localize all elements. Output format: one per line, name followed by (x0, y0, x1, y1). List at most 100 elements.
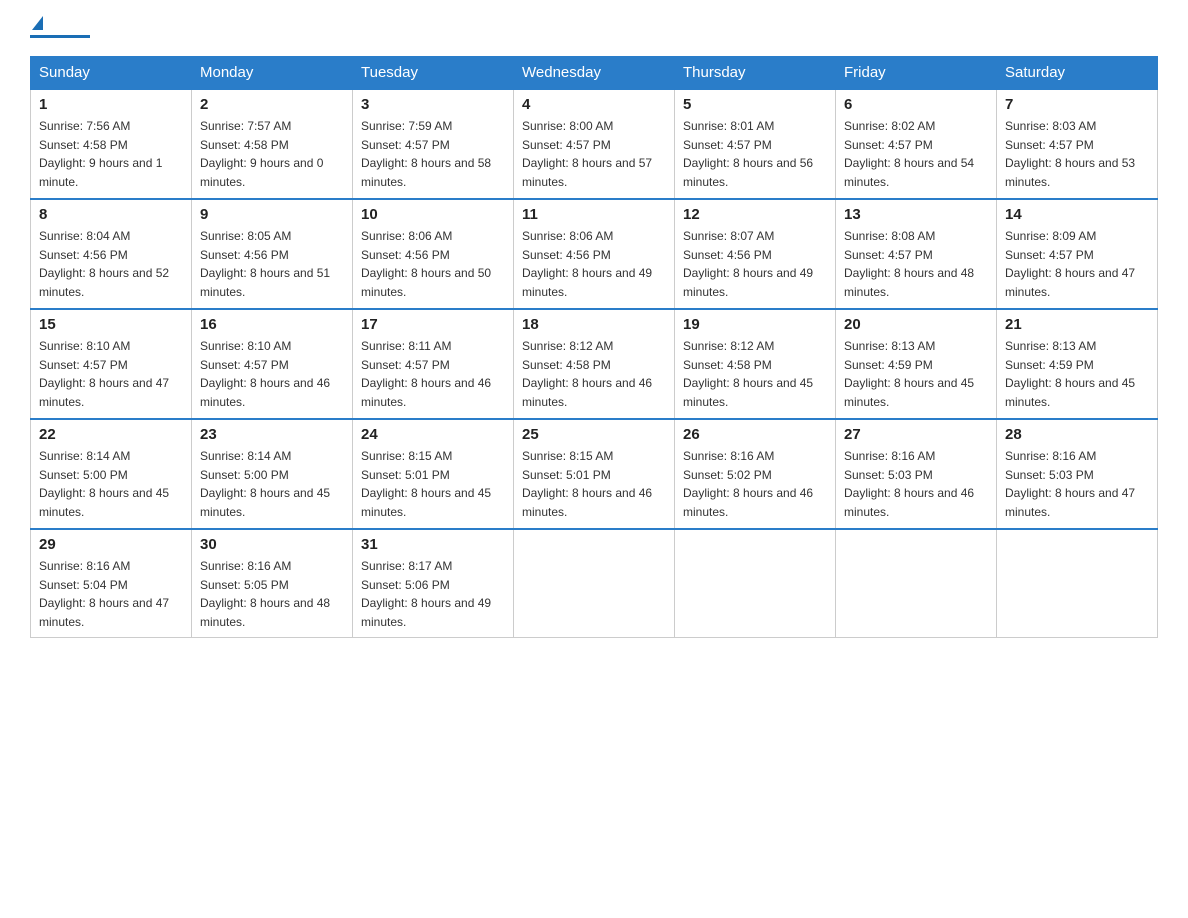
calendar-cell: 28 Sunrise: 8:16 AM Sunset: 5:03 PM Dayl… (997, 419, 1158, 529)
calendar-cell: 4 Sunrise: 8:00 AM Sunset: 4:57 PM Dayli… (514, 89, 675, 199)
weekday-header-sunday: Sunday (31, 57, 192, 90)
calendar-cell: 17 Sunrise: 8:11 AM Sunset: 4:57 PM Dayl… (353, 309, 514, 419)
calendar-week-row: 8 Sunrise: 8:04 AM Sunset: 4:56 PM Dayli… (31, 199, 1158, 309)
page-header (30, 20, 1158, 38)
day-number: 14 (1005, 206, 1149, 223)
day-number: 21 (1005, 316, 1149, 333)
day-info: Sunrise: 8:16 AM Sunset: 5:04 PM Dayligh… (39, 557, 183, 631)
day-number: 23 (200, 426, 344, 443)
day-number: 17 (361, 316, 505, 333)
calendar-week-row: 15 Sunrise: 8:10 AM Sunset: 4:57 PM Dayl… (31, 309, 1158, 419)
day-number: 11 (522, 206, 666, 223)
calendar-cell: 25 Sunrise: 8:15 AM Sunset: 5:01 PM Dayl… (514, 419, 675, 529)
weekday-header-tuesday: Tuesday (353, 57, 514, 90)
day-number: 16 (200, 316, 344, 333)
day-number: 18 (522, 316, 666, 333)
day-number: 15 (39, 316, 183, 333)
day-info: Sunrise: 8:16 AM Sunset: 5:05 PM Dayligh… (200, 557, 344, 631)
day-number: 6 (844, 96, 988, 113)
calendar-cell: 24 Sunrise: 8:15 AM Sunset: 5:01 PM Dayl… (353, 419, 514, 529)
day-info: Sunrise: 8:09 AM Sunset: 4:57 PM Dayligh… (1005, 227, 1149, 301)
day-info: Sunrise: 8:10 AM Sunset: 4:57 PM Dayligh… (39, 337, 183, 411)
calendar-week-row: 22 Sunrise: 8:14 AM Sunset: 5:00 PM Dayl… (31, 419, 1158, 529)
day-info: Sunrise: 8:16 AM Sunset: 5:03 PM Dayligh… (844, 447, 988, 521)
calendar-cell: 2 Sunrise: 7:57 AM Sunset: 4:58 PM Dayli… (192, 89, 353, 199)
day-info: Sunrise: 8:01 AM Sunset: 4:57 PM Dayligh… (683, 117, 827, 191)
day-number: 28 (1005, 426, 1149, 443)
weekday-header-friday: Friday (836, 57, 997, 90)
calendar-cell: 21 Sunrise: 8:13 AM Sunset: 4:59 PM Dayl… (997, 309, 1158, 419)
day-number: 19 (683, 316, 827, 333)
calendar-cell: 11 Sunrise: 8:06 AM Sunset: 4:56 PM Dayl… (514, 199, 675, 309)
day-number: 9 (200, 206, 344, 223)
day-info: Sunrise: 8:10 AM Sunset: 4:57 PM Dayligh… (200, 337, 344, 411)
day-info: Sunrise: 8:15 AM Sunset: 5:01 PM Dayligh… (522, 447, 666, 521)
day-info: Sunrise: 8:08 AM Sunset: 4:57 PM Dayligh… (844, 227, 988, 301)
day-info: Sunrise: 8:04 AM Sunset: 4:56 PM Dayligh… (39, 227, 183, 301)
day-number: 13 (844, 206, 988, 223)
calendar-week-row: 1 Sunrise: 7:56 AM Sunset: 4:58 PM Dayli… (31, 89, 1158, 199)
day-number: 2 (200, 96, 344, 113)
day-info: Sunrise: 8:11 AM Sunset: 4:57 PM Dayligh… (361, 337, 505, 411)
weekday-header-saturday: Saturday (997, 57, 1158, 90)
day-number: 25 (522, 426, 666, 443)
day-info: Sunrise: 7:59 AM Sunset: 4:57 PM Dayligh… (361, 117, 505, 191)
day-info: Sunrise: 8:00 AM Sunset: 4:57 PM Dayligh… (522, 117, 666, 191)
calendar-cell (997, 529, 1158, 638)
day-info: Sunrise: 8:06 AM Sunset: 4:56 PM Dayligh… (522, 227, 666, 301)
day-number: 31 (361, 536, 505, 553)
day-info: Sunrise: 8:02 AM Sunset: 4:57 PM Dayligh… (844, 117, 988, 191)
calendar-cell: 20 Sunrise: 8:13 AM Sunset: 4:59 PM Dayl… (836, 309, 997, 419)
day-info: Sunrise: 8:12 AM Sunset: 4:58 PM Dayligh… (683, 337, 827, 411)
day-number: 12 (683, 206, 827, 223)
day-info: Sunrise: 8:06 AM Sunset: 4:56 PM Dayligh… (361, 227, 505, 301)
logo-line (30, 35, 90, 38)
weekday-header-wednesday: Wednesday (514, 57, 675, 90)
day-number: 4 (522, 96, 666, 113)
day-number: 22 (39, 426, 183, 443)
day-info: Sunrise: 7:57 AM Sunset: 4:58 PM Dayligh… (200, 117, 344, 191)
calendar-cell: 7 Sunrise: 8:03 AM Sunset: 4:57 PM Dayli… (997, 89, 1158, 199)
calendar-cell: 10 Sunrise: 8:06 AM Sunset: 4:56 PM Dayl… (353, 199, 514, 309)
day-info: Sunrise: 8:03 AM Sunset: 4:57 PM Dayligh… (1005, 117, 1149, 191)
calendar-cell: 5 Sunrise: 8:01 AM Sunset: 4:57 PM Dayli… (675, 89, 836, 199)
calendar-cell: 12 Sunrise: 8:07 AM Sunset: 4:56 PM Dayl… (675, 199, 836, 309)
calendar-cell (675, 529, 836, 638)
calendar-cell: 19 Sunrise: 8:12 AM Sunset: 4:58 PM Dayl… (675, 309, 836, 419)
weekday-header-monday: Monday (192, 57, 353, 90)
calendar-cell: 3 Sunrise: 7:59 AM Sunset: 4:57 PM Dayli… (353, 89, 514, 199)
day-number: 26 (683, 426, 827, 443)
day-number: 5 (683, 96, 827, 113)
calendar-cell: 1 Sunrise: 7:56 AM Sunset: 4:58 PM Dayli… (31, 89, 192, 199)
day-number: 29 (39, 536, 183, 553)
day-number: 30 (200, 536, 344, 553)
day-info: Sunrise: 8:17 AM Sunset: 5:06 PM Dayligh… (361, 557, 505, 631)
day-info: Sunrise: 8:12 AM Sunset: 4:58 PM Dayligh… (522, 337, 666, 411)
day-number: 24 (361, 426, 505, 443)
day-number: 27 (844, 426, 988, 443)
day-number: 20 (844, 316, 988, 333)
day-number: 8 (39, 206, 183, 223)
day-info: Sunrise: 7:56 AM Sunset: 4:58 PM Dayligh… (39, 117, 183, 191)
weekday-header-row: SundayMondayTuesdayWednesdayThursdayFrid… (31, 57, 1158, 90)
calendar-cell (836, 529, 997, 638)
weekday-header-thursday: Thursday (675, 57, 836, 90)
calendar-cell: 9 Sunrise: 8:05 AM Sunset: 4:56 PM Dayli… (192, 199, 353, 309)
day-info: Sunrise: 8:15 AM Sunset: 5:01 PM Dayligh… (361, 447, 505, 521)
logo-triangle-icon (32, 16, 43, 30)
day-number: 10 (361, 206, 505, 223)
day-info: Sunrise: 8:13 AM Sunset: 4:59 PM Dayligh… (844, 337, 988, 411)
calendar-cell: 23 Sunrise: 8:14 AM Sunset: 5:00 PM Dayl… (192, 419, 353, 529)
calendar-cell: 13 Sunrise: 8:08 AM Sunset: 4:57 PM Dayl… (836, 199, 997, 309)
calendar-cell: 18 Sunrise: 8:12 AM Sunset: 4:58 PM Dayl… (514, 309, 675, 419)
calendar-cell: 14 Sunrise: 8:09 AM Sunset: 4:57 PM Dayl… (997, 199, 1158, 309)
calendar-cell: 16 Sunrise: 8:10 AM Sunset: 4:57 PM Dayl… (192, 309, 353, 419)
calendar-cell: 29 Sunrise: 8:16 AM Sunset: 5:04 PM Dayl… (31, 529, 192, 638)
day-number: 3 (361, 96, 505, 113)
calendar-cell (514, 529, 675, 638)
calendar-cell: 31 Sunrise: 8:17 AM Sunset: 5:06 PM Dayl… (353, 529, 514, 638)
day-number: 7 (1005, 96, 1149, 113)
day-info: Sunrise: 8:14 AM Sunset: 5:00 PM Dayligh… (200, 447, 344, 521)
calendar-table: SundayMondayTuesdayWednesdayThursdayFrid… (30, 56, 1158, 638)
day-info: Sunrise: 8:16 AM Sunset: 5:02 PM Dayligh… (683, 447, 827, 521)
